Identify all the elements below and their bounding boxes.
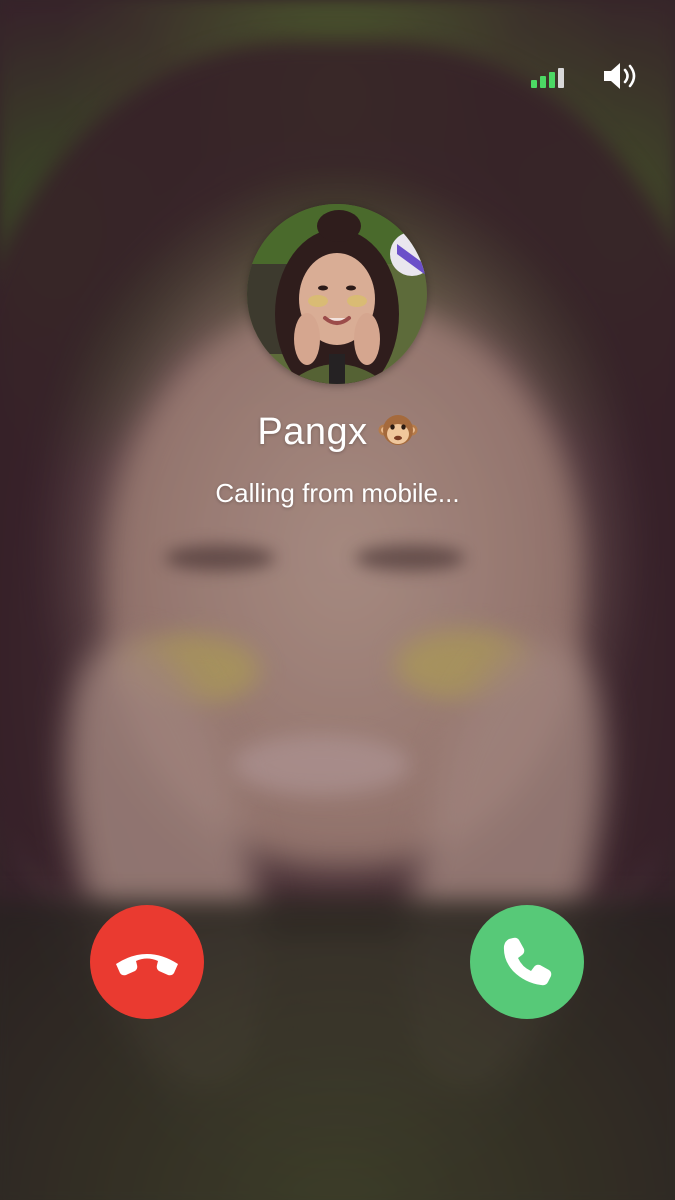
speaker-volume-icon[interactable] (600, 60, 642, 92)
signal-bar (531, 80, 537, 88)
signal-strength-icon (531, 64, 567, 88)
monkey-face-icon (378, 410, 418, 450)
signal-bar (558, 68, 564, 88)
background-dim-overlay (0, 0, 675, 1200)
signal-bar (540, 76, 546, 88)
caller-name-text: Pangx (257, 411, 368, 453)
signal-bar (549, 72, 555, 88)
phone-icon (503, 937, 552, 986)
caller-avatar (247, 204, 427, 384)
incoming-call-screen: Pangx Calling from mobile... (0, 0, 675, 1200)
phone-hangup-icon (116, 954, 178, 976)
accept-call-button[interactable] (470, 905, 584, 1019)
decline-call-button[interactable] (90, 905, 204, 1019)
caller-name: Pangx (0, 410, 675, 454)
call-status-text: Calling from mobile... (215, 478, 460, 508)
